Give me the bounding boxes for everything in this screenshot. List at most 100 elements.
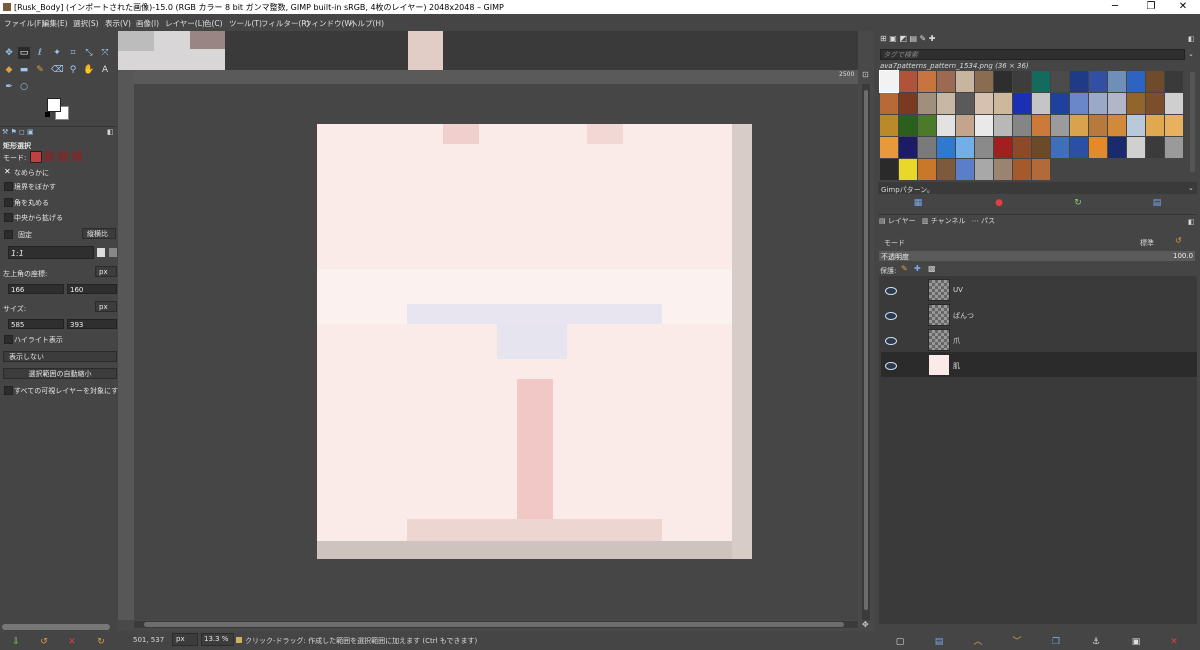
dock-menu-icon[interactable]: ◧ [107,128,114,136]
fixed-checkbox[interactable] [4,230,13,239]
landscape-icon[interactable] [109,248,117,257]
menu-tools[interactable]: ツール(T) [229,18,262,29]
layer-visibility-eye-icon[interactable] [885,312,897,320]
zoom-dropdown[interactable]: 13.3 % [201,633,234,646]
lower-layer-icon[interactable]: ﹀ [1011,636,1023,648]
ratio-input[interactable]: 1:1 [8,246,94,259]
delete-options-icon[interactable]: ✕ [66,636,78,648]
layer-name[interactable]: UV [953,286,963,294]
mode-subtract-icon[interactable] [58,151,68,161]
position-unit-dropdown[interactable]: px [95,266,117,277]
horizontal-scroll-thumb[interactable] [144,622,844,627]
pattern-swatch[interactable] [1165,115,1183,136]
pattern-swatch[interactable] [1070,93,1088,114]
pattern-swatch[interactable] [1051,137,1069,158]
pattern-swatch[interactable] [880,115,898,136]
layer-mode-value[interactable]: 標準 [1140,238,1154,248]
duplicate-layer-icon[interactable]: ❐ [1050,636,1062,648]
pattern-swatch[interactable] [1051,115,1069,136]
pattern-swatch[interactable] [1051,71,1069,92]
pattern-swatch[interactable] [1127,93,1145,114]
pattern-swatch[interactable] [1089,71,1107,92]
pattern-swatch[interactable] [899,115,917,136]
menu-image[interactable]: 画像(I) [136,18,159,29]
layers-dock-menu-icon[interactable]: ◧ [1188,218,1195,226]
layer-row-pantsu[interactable]: ぱんつ [881,302,1197,327]
close-button[interactable]: ✕ [1166,0,1200,14]
maximize-button[interactable]: ❐ [1134,0,1168,14]
pattern-swatch[interactable] [1032,93,1050,114]
pattern-swatch[interactable] [937,115,955,136]
smudge-tool-icon[interactable]: ✋ [83,64,95,76]
pattern-swatch[interactable] [1127,71,1145,92]
save-options-icon[interactable]: ⇩ [10,636,22,648]
layer-name[interactable]: 肌 [953,361,960,371]
pattern-open-icon[interactable]: ▤ [1151,197,1163,209]
mode-replace-icon[interactable] [30,151,42,163]
pattern-swatch[interactable] [918,93,936,114]
pattern-swatch[interactable] [879,70,899,93]
fixed-type-dropdown[interactable]: 縦横比 [82,228,116,239]
pattern-swatch[interactable] [918,71,936,92]
pattern-swatch[interactable] [1108,93,1126,114]
pattern-swatch[interactable] [1089,137,1107,158]
zoom-image-icon[interactable]: ⊡ [862,70,872,82]
transform-tool-icon[interactable]: ⤡ [83,47,95,59]
pattern-swatch[interactable] [1013,137,1031,158]
pattern-swatch[interactable] [1013,115,1031,136]
default-colors-icon[interactable] [45,112,50,117]
pattern-swatch[interactable] [1146,93,1164,114]
pattern-swatch[interactable] [975,137,993,158]
pattern-swatch[interactable] [975,71,993,92]
pattern-swatch[interactable] [1165,137,1183,158]
pattern-swatch[interactable] [994,71,1012,92]
delete-layer-icon[interactable]: ✕ [1168,636,1180,648]
pattern-swatch[interactable] [1089,93,1107,114]
size-height-input[interactable]: 393 [67,319,117,329]
menu-colors[interactable]: 色(C) [204,18,223,29]
eraser-tool-icon[interactable]: ⌫ [51,64,64,76]
layer-name[interactable]: ぱんつ [953,311,974,321]
restore-options-icon[interactable]: ↺ [38,636,50,648]
position-x-input[interactable]: 166 [8,284,64,294]
pattern-swatch[interactable] [1070,71,1088,92]
layer-name[interactable]: 爪 [953,336,960,346]
auto-shrink-button[interactable]: 選択範囲の自動縮小 [3,368,117,379]
pattern-swatch[interactable] [1032,115,1050,136]
portrait-icon[interactable] [97,248,105,257]
layer-mode-switch-icon[interactable]: ↺ [1175,236,1182,245]
opacity-slider[interactable]: 不透明度 100.0 [879,251,1195,261]
pattern-swatch[interactable] [1032,137,1050,158]
pattern-swatch[interactable] [1070,137,1088,158]
fuzzy-select-tool-icon[interactable]: ✦ [51,47,63,59]
pattern-swatch[interactable] [880,137,898,158]
menu-windows[interactable]: ウィンドウ(W) [304,18,355,29]
pattern-swatch[interactable] [956,159,974,180]
vertical-ruler[interactable] [118,70,134,620]
warp-tool-icon[interactable]: ⤧ [99,47,111,59]
menu-filters[interactable]: フィルター(R) [261,18,309,29]
size-width-input[interactable]: 585 [8,319,64,329]
raise-layer-icon[interactable]: ︿ [972,636,984,648]
pattern-swatch[interactable] [1165,71,1183,92]
bucket-fill-tool-icon[interactable]: ◆ [3,64,15,76]
pattern-swatch[interactable] [1108,137,1126,158]
menu-help[interactable]: ヘルプ(H) [350,18,384,29]
mode-intersect-icon[interactable] [72,151,82,161]
pattern-swatch[interactable] [994,115,1012,136]
pattern-delete-icon[interactable]: ● [993,197,1005,209]
horizontal-scrollbar[interactable] [134,621,858,628]
pattern-swatch[interactable] [1165,93,1183,114]
rect-select-tool-icon[interactable]: ▭ [18,47,30,59]
layer-visibility-eye-icon[interactable] [885,287,897,295]
pattern-swatch[interactable] [994,159,1012,180]
dock-tab-icons[interactable]: ⚒ ⚑ ◻ ▣ [2,128,42,137]
pattern-footer-dropdown-icon[interactable]: ⌄ [1188,184,1194,192]
pattern-refresh-icon[interactable]: ↻ [1072,197,1084,209]
pattern-edit-icon[interactable]: ▦ [912,197,924,209]
lasso-tool-icon[interactable]: ℓ [34,47,46,59]
zoom-tool-icon[interactable]: ○ [18,81,30,93]
lock-alpha-icon[interactable]: ▩ [928,264,936,273]
menu-select[interactable]: 選択(S) [73,18,99,29]
pattern-swatch[interactable] [1032,159,1050,180]
